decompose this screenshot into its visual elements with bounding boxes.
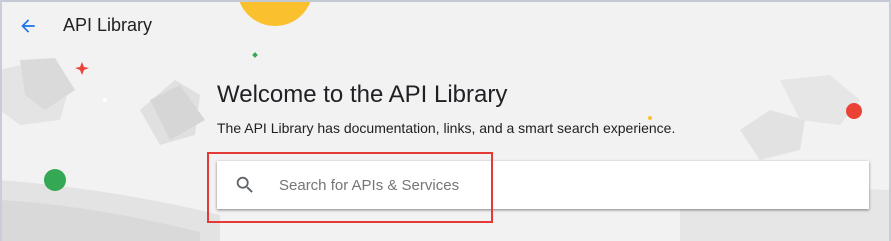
- back-button[interactable]: [14, 12, 42, 40]
- search-bar[interactable]: [217, 161, 869, 209]
- top-border: [0, 0, 891, 2]
- arrow-left-icon: [21, 19, 35, 33]
- page-title: API Library: [63, 15, 153, 35]
- hero-heading: Welcome to the API Library: [217, 81, 508, 108]
- hero-subtitle: The API Library has documentation, links…: [217, 120, 676, 136]
- search-input[interactable]: [273, 165, 839, 205]
- search-icon: [217, 161, 273, 209]
- left-border: [0, 0, 2, 241]
- api-library-page: API Library Welcome to the API Library T…: [0, 0, 891, 241]
